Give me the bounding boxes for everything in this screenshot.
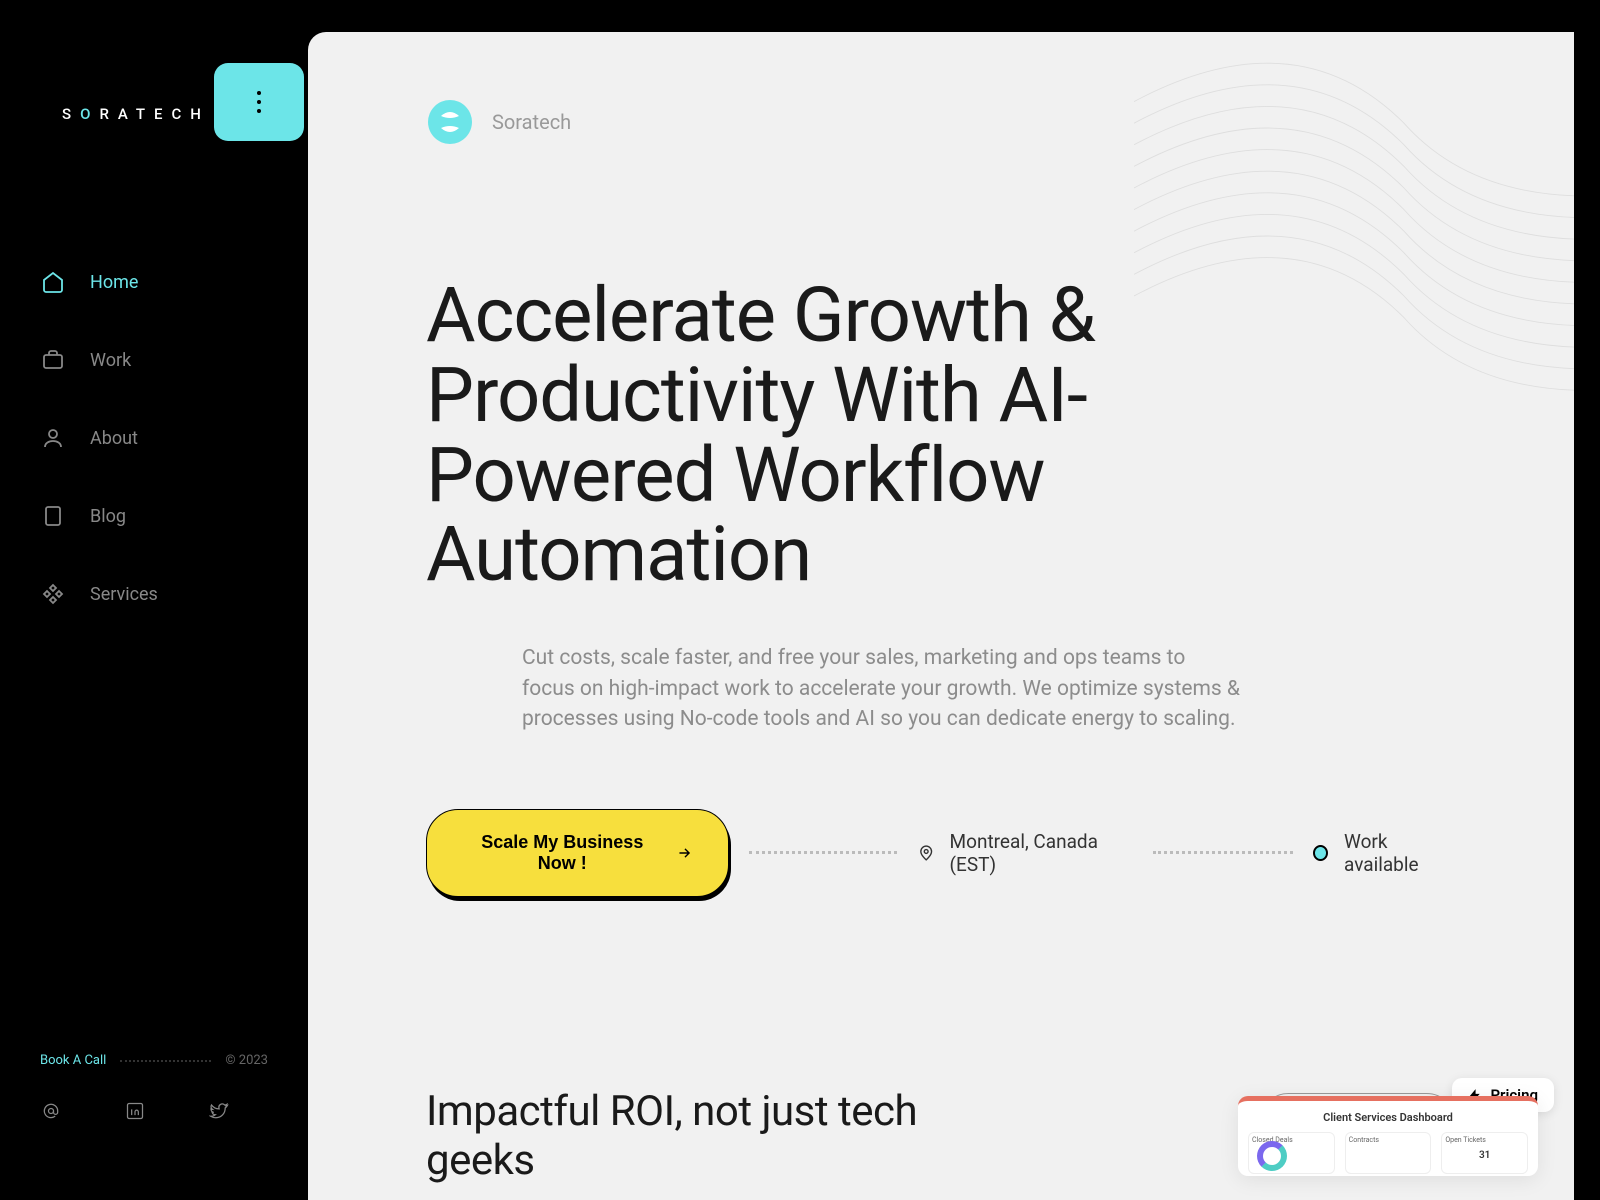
twitter-icon[interactable]: [208, 1100, 230, 1122]
sidebar-item-about[interactable]: About: [40, 399, 308, 477]
nav-label: Work: [90, 350, 131, 371]
divider-dots: [749, 851, 897, 854]
linkedin-icon[interactable]: [124, 1100, 146, 1122]
availability-indicator: Work available: [1313, 830, 1456, 876]
document-icon: [40, 503, 66, 529]
sidebar-footer: Book A Call © 2023: [40, 1053, 268, 1122]
section-title: Impactful ROI, not just tech geeks: [426, 1087, 986, 1185]
location-text: Montreal, Canada (EST): [950, 830, 1134, 876]
sidebar-item-work[interactable]: Work: [40, 321, 308, 399]
nav-label: About: [90, 428, 138, 449]
sidebar-item-blog[interactable]: Blog: [40, 477, 308, 555]
location-pin-icon: [917, 843, 935, 863]
sidebar: SORATECH Home Work About Blog: [0, 0, 308, 1200]
email-icon[interactable]: [40, 1100, 62, 1122]
nav-label: Blog: [90, 506, 126, 527]
sidebar-nav: Home Work About Blog Services: [40, 243, 308, 633]
brand-logo-icon: [426, 98, 474, 146]
copyright-text: © 2023: [225, 1053, 268, 1068]
hero-subtitle: Cut costs, scale faster, and free your s…: [522, 643, 1242, 734]
brand-name: Soratech: [492, 110, 571, 134]
home-icon: [40, 269, 66, 295]
briefcase-icon: [40, 347, 66, 373]
scale-business-button[interactable]: Scale My Business Now !: [426, 809, 729, 897]
sidebar-item-services[interactable]: Services: [40, 555, 308, 633]
donut-chart-icon: [1257, 1141, 1287, 1171]
availability-text: Work available: [1344, 830, 1456, 876]
dashboard-card: Contracts: [1345, 1132, 1432, 1174]
cta-row: Scale My Business Now ! Montreal, Canada…: [426, 809, 1456, 897]
dashboard-title: Client Services Dashboard: [1248, 1111, 1528, 1124]
divider-dots: [120, 1060, 211, 1062]
dashboard-card: Open Tickets 31: [1441, 1132, 1528, 1174]
grid-icon: [40, 581, 66, 607]
user-icon: [40, 425, 66, 451]
divider-dots: [1153, 851, 1293, 854]
book-call-link[interactable]: Book A Call: [40, 1053, 106, 1068]
main-content: Soratech Accelerate Growth & Productivit…: [308, 32, 1574, 1200]
hero-title: Accelerate Growth & Productivity With AI…: [426, 276, 1146, 595]
dashboard-preview: Client Services Dashboard Closed Deals C…: [1238, 1096, 1538, 1176]
menu-toggle-button[interactable]: [214, 63, 304, 141]
cta-label: Scale My Business Now !: [463, 832, 662, 874]
arrow-right-icon: [676, 844, 693, 862]
nav-label: Home: [90, 272, 138, 293]
brand-header: Soratech: [426, 98, 1456, 146]
nav-label: Services: [90, 584, 158, 605]
dashboard-card: Closed Deals: [1248, 1132, 1335, 1174]
status-dot-icon: [1313, 845, 1328, 861]
sidebar-item-home[interactable]: Home: [40, 243, 308, 321]
location-indicator: Montreal, Canada (EST): [917, 830, 1133, 876]
